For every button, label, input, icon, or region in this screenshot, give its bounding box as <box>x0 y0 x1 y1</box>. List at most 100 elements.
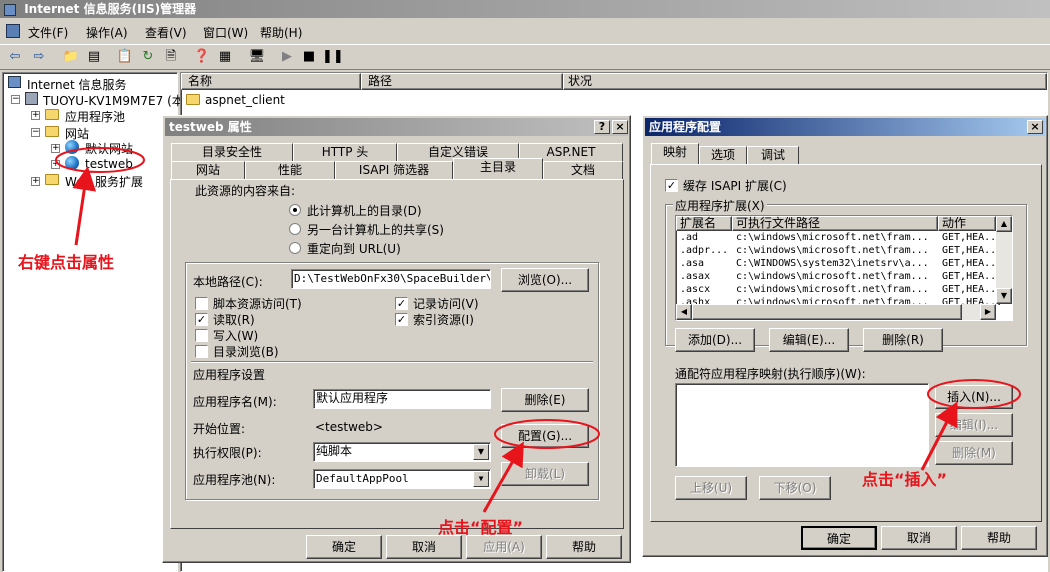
tree-app-pools[interactable]: 应用程序池 <box>65 108 125 125</box>
table-row[interactable]: .asax c:\windows\microsoft.net\fram... GET… <box>676 271 1002 284</box>
ok-button[interactable]: 确定 <box>306 535 382 559</box>
move-down-button[interactable]: 下移(O) <box>759 476 831 500</box>
ext-list[interactable]: 扩展名 可执行文件路径 动作 .ad c:\windows\microsoft.n… <box>675 215 1013 321</box>
list-item[interactable]: aspnet_client <box>205 93 285 107</box>
up-folder-icon[interactable]: 📁 <box>62 48 80 66</box>
pause-icon[interactable]: ❚❚ <box>322 48 344 66</box>
tree-expand-default[interactable]: + <box>51 144 60 153</box>
tab-mappings[interactable]: 映射 <box>651 143 699 164</box>
col-name[interactable]: 名称 <box>181 73 361 90</box>
properties-icon[interactable]: 📋 <box>116 48 134 66</box>
chk-cache-isapi[interactable]: ✓ <box>665 179 678 192</box>
col-exec-path[interactable]: 可执行文件路径 <box>732 216 938 231</box>
tab-http-headers[interactable]: HTTP 头 <box>293 143 397 161</box>
col-path[interactable]: 路径 <box>361 73 563 90</box>
remove-button[interactable]: 删除(R) <box>863 328 943 352</box>
wildcard-edit-button[interactable]: 编辑(I)... <box>935 413 1013 437</box>
tab-isapi-filters[interactable]: ISAPI 筛选器 <box>335 161 453 179</box>
help-question-button[interactable]: ? <box>594 120 610 134</box>
tree-expand-server[interactable]: − <box>11 95 20 104</box>
forward-arrow-icon[interactable]: ⇨ <box>30 48 48 66</box>
scroll-down-icon[interactable]: ▼ <box>996 288 1012 304</box>
exec-perm-select[interactable]: 纯脚本 ▼ <box>313 442 491 462</box>
tree-default-site[interactable]: 默认网站 <box>85 140 133 157</box>
wildcard-list[interactable] <box>675 383 929 467</box>
app-name-input[interactable]: 默认应用程序 <box>313 389 491 409</box>
tree-expand-webext[interactable]: + <box>31 177 40 186</box>
unload-button[interactable]: 卸载(L) <box>501 462 589 486</box>
back-arrow-icon[interactable]: ⇦ <box>6 48 24 66</box>
stop-icon[interactable]: ■ <box>300 48 318 66</box>
chk-read-label[interactable]: 读取(R) <box>213 311 255 328</box>
tree-web-ext[interactable]: Web 服务扩展 <box>65 173 143 190</box>
radio-local-dir[interactable] <box>289 204 301 216</box>
cache-isapi-label[interactable]: 缓存 ISAPI 扩展(C) <box>683 177 787 194</box>
chk-read[interactable]: ✓ <box>195 313 208 326</box>
horizontal-scrollbar[interactable]: ◀ ▶ <box>676 304 996 320</box>
tab-home-directory[interactable]: 主目录 <box>453 158 543 179</box>
chk-index-label[interactable]: 索引资源(I) <box>413 311 474 328</box>
chk-log-visits[interactable]: ✓ <box>395 297 408 310</box>
show-tree-icon[interactable]: ▤ <box>85 48 103 66</box>
scroll-left-icon[interactable]: ◀ <box>676 304 692 320</box>
chk-script-access[interactable] <box>195 297 208 310</box>
chk-write[interactable] <box>195 329 208 342</box>
config-button[interactable]: 配置(G)... <box>501 424 589 448</box>
add-button[interactable]: 添加(D)... <box>675 328 755 352</box>
tab-documents[interactable]: 文档 <box>543 161 623 179</box>
edit-button[interactable]: 编辑(E)... <box>769 328 849 352</box>
tab-website[interactable]: 网站 <box>171 161 245 179</box>
col-status[interactable]: 状况 <box>563 73 1047 90</box>
tab-dir-security[interactable]: 目录安全性 <box>171 143 293 161</box>
radio-url[interactable] <box>289 242 301 254</box>
help-button[interactable]: 帮助 <box>961 526 1037 550</box>
help-icon[interactable]: ❓ <box>193 48 211 66</box>
help-button[interactable]: 帮助 <box>546 535 622 559</box>
tree-expand-sites[interactable]: − <box>31 128 40 137</box>
menu-action[interactable]: 操作(A) <box>86 24 128 41</box>
wildcard-remove-button[interactable]: 删除(M) <box>935 441 1013 465</box>
table-row[interactable]: .ad c:\windows\microsoft.net\fram... GET,H… <box>676 232 1002 245</box>
refresh-icon[interactable]: ↻ <box>139 48 157 66</box>
cancel-button[interactable]: 取消 <box>386 535 462 559</box>
browse-button[interactable]: 浏览(O)... <box>501 268 589 292</box>
chk-dir-browse-label[interactable]: 目录浏览(B) <box>213 343 279 360</box>
delete-app-button[interactable]: 删除(E) <box>501 388 589 412</box>
console-icon[interactable] <box>6 24 20 38</box>
tree-root[interactable]: Internet 信息服务 <box>27 76 126 93</box>
tree-testweb[interactable]: testweb <box>85 157 133 171</box>
table-row[interactable]: .asa C:\WINDOWS\system32\inetsrv\a... GET,… <box>676 258 1002 271</box>
col-extension[interactable]: 扩展名 <box>676 216 732 231</box>
play-icon[interactable]: ▶ <box>278 48 296 66</box>
close-icon[interactable]: × <box>612 120 628 134</box>
chk-log-label[interactable]: 记录访问(V) <box>413 295 479 312</box>
menu-file[interactable]: 文件(F) <box>28 24 68 41</box>
local-path-input[interactable]: D:\TestWebOnFx30\SpaceBuilder\Web <box>291 269 491 289</box>
tree-expand-pools[interactable]: + <box>31 111 40 120</box>
console-tree-icon[interactable]: ▦ <box>216 48 234 66</box>
chk-index[interactable]: ✓ <box>395 313 408 326</box>
scroll-thumb[interactable] <box>692 304 962 320</box>
apply-button[interactable]: 应用(A) <box>466 535 542 559</box>
scroll-right-icon[interactable]: ▶ <box>980 304 996 320</box>
chevron-down-icon[interactable]: ▼ <box>473 471 489 487</box>
menu-help[interactable]: 帮助(H) <box>260 24 302 41</box>
radio-share-label[interactable]: 另一台计算机上的共享(S) <box>307 221 444 238</box>
tab-debug[interactable]: 调试 <box>747 146 799 164</box>
table-row[interactable]: .ascx c:\windows\microsoft.net\fram... GET… <box>676 284 1002 297</box>
close-icon[interactable]: × <box>1027 120 1043 134</box>
tree-expand-testweb[interactable]: + <box>51 160 60 169</box>
computer-icon[interactable]: 🖥 <box>248 48 266 66</box>
radio-share[interactable] <box>289 223 301 235</box>
menu-window[interactable]: 窗口(W) <box>203 24 248 41</box>
scroll-up-icon[interactable]: ▲ <box>996 216 1012 232</box>
cancel-button[interactable]: 取消 <box>881 526 957 550</box>
menu-view[interactable]: 查看(V) <box>145 24 187 41</box>
col-verbs[interactable]: 动作 <box>938 216 996 231</box>
insert-button[interactable]: 插入(N)... <box>935 385 1013 409</box>
chk-script-label[interactable]: 脚本资源访问(T) <box>213 295 302 312</box>
app-pool-select[interactable]: DefaultAppPool ▼ <box>313 469 491 489</box>
move-up-button[interactable]: 上移(U) <box>675 476 747 500</box>
radio-url-label[interactable]: 重定向到 URL(U) <box>307 240 401 257</box>
tab-performance[interactable]: 性能 <box>245 161 335 179</box>
